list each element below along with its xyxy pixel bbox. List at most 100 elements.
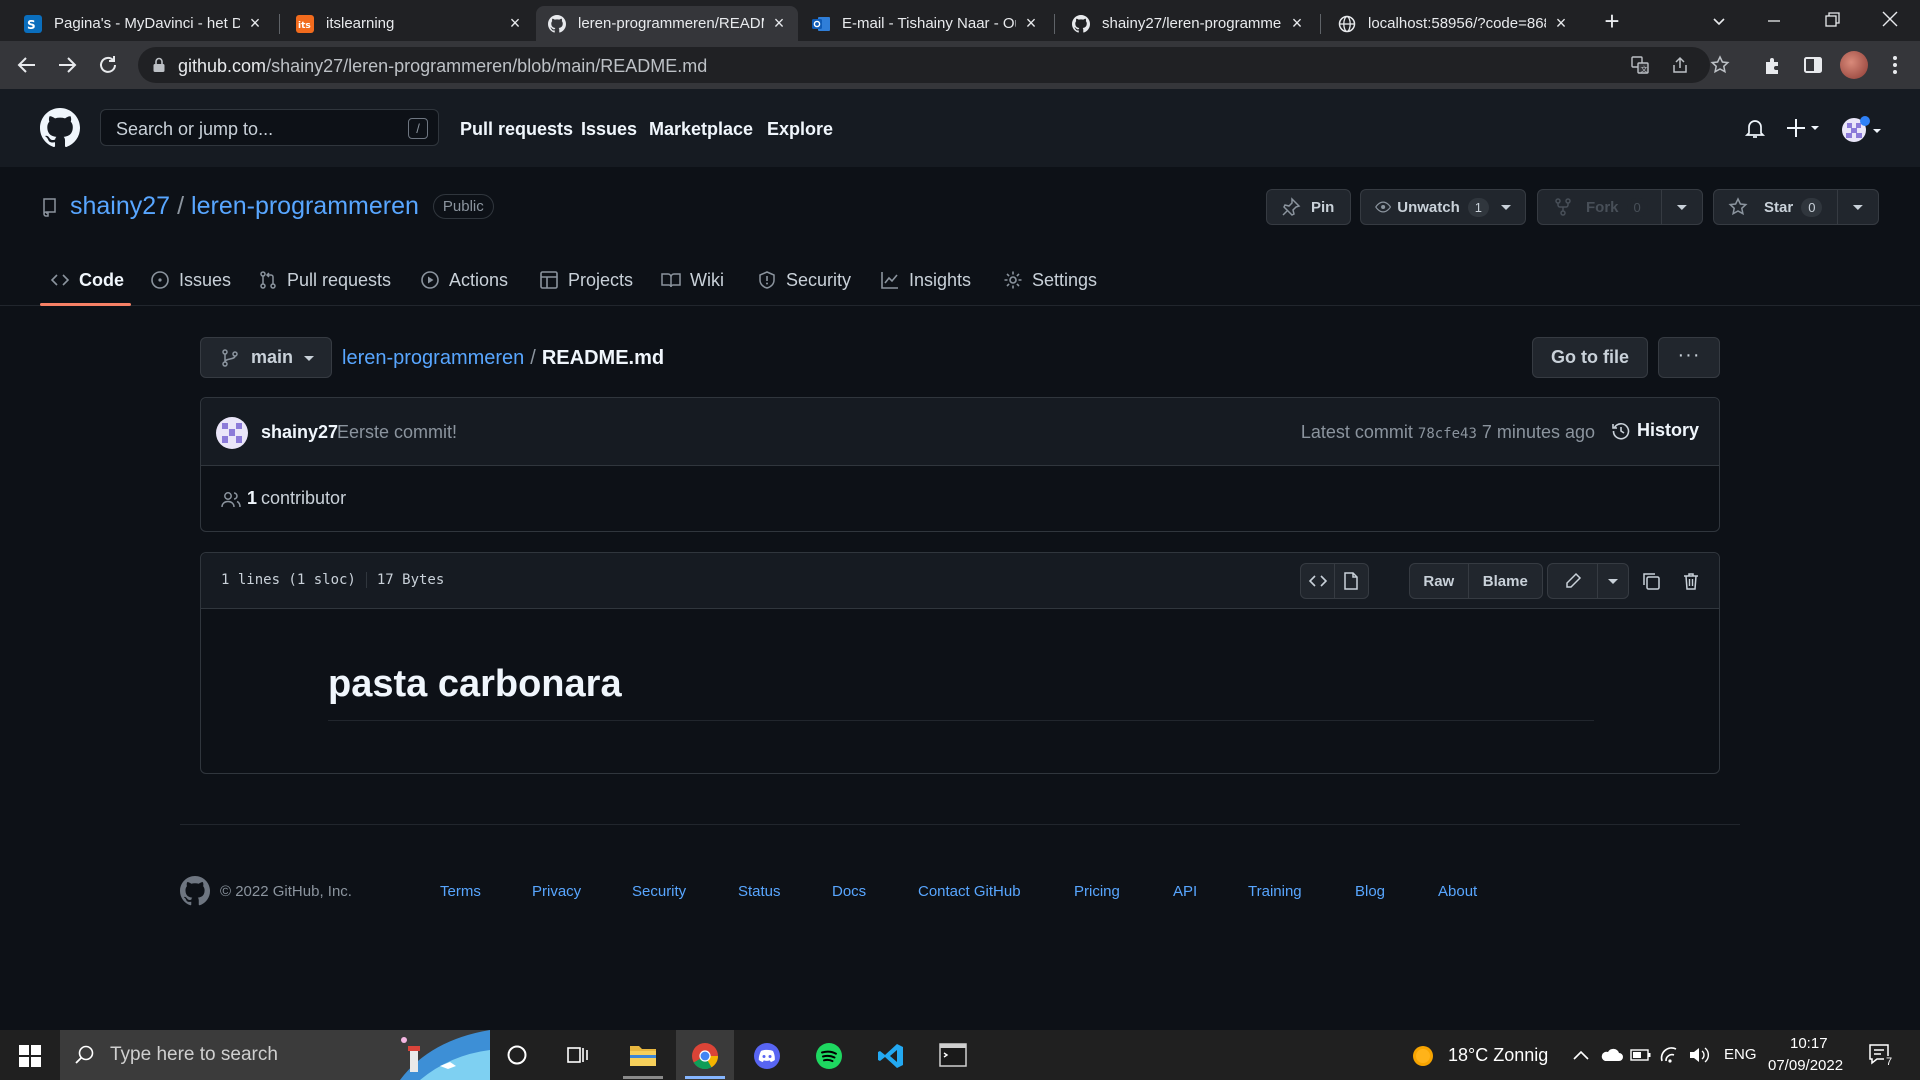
- rendered-view-button[interactable]: [1335, 564, 1368, 598]
- taskbar-vscode[interactable]: [862, 1030, 920, 1080]
- user-menu-dropdown[interactable]: [1840, 115, 1886, 145]
- tab-pull-requests[interactable]: Pull requests: [258, 255, 391, 305]
- history-link[interactable]: History: [1611, 420, 1699, 441]
- commit-sha-link[interactable]: 78cfe43: [1418, 426, 1477, 442]
- header-link-pull-requests[interactable]: Pull requests: [460, 119, 573, 140]
- windows-start-icon[interactable]: [19, 1045, 41, 1067]
- commit-message-link[interactable]: Eerste commit!: [337, 422, 457, 443]
- input-language[interactable]: ENG: [1724, 1046, 1757, 1063]
- lock-icon[interactable]: [152, 57, 166, 73]
- more-options-button[interactable]: ···: [1658, 337, 1720, 378]
- branch-selector[interactable]: main: [200, 337, 332, 378]
- avatar[interactable]: [216, 417, 248, 449]
- fork-button[interactable]: Fork 0: [1537, 189, 1703, 225]
- tab-actions[interactable]: Actions: [420, 255, 508, 305]
- footer-link-api[interactable]: API: [1173, 883, 1197, 900]
- close-icon[interactable]: ×: [1288, 13, 1306, 34]
- forward-arrow-icon[interactable]: [55, 53, 79, 77]
- contributors-link[interactable]: 1 contributor: [221, 488, 346, 509]
- taskbar-search-input[interactable]: Type here to search: [60, 1030, 490, 1080]
- minimize-icon[interactable]: [1764, 11, 1784, 31]
- footer-link-training[interactable]: Training: [1248, 883, 1302, 900]
- edit-file-button[interactable]: [1548, 564, 1597, 598]
- create-new-dropdown[interactable]: [1786, 114, 1822, 142]
- volume-icon[interactable]: [1688, 1045, 1710, 1065]
- breadcrumb-repo-link[interactable]: leren-programmeren: [342, 347, 524, 369]
- raw-button[interactable]: Raw: [1410, 564, 1468, 598]
- clock-date[interactable]: 07/09/2022: [1768, 1057, 1843, 1074]
- footer-link-pricing[interactable]: Pricing: [1074, 883, 1120, 900]
- close-icon[interactable]: ×: [1552, 13, 1570, 34]
- commit-author-link[interactable]: shainy27: [261, 422, 338, 443]
- battery-icon[interactable]: [1630, 1046, 1652, 1064]
- new-tab-plus-icon[interactable]: +: [1598, 8, 1626, 36]
- footer-link-status[interactable]: Status: [738, 883, 781, 900]
- chevron-down-icon[interactable]: [1662, 190, 1702, 224]
- close-icon[interactable]: ×: [246, 13, 264, 34]
- pin-button[interactable]: Pin: [1266, 189, 1351, 225]
- weather-sun-icon[interactable]: [1411, 1044, 1435, 1068]
- wifi-icon[interactable]: [1660, 1045, 1682, 1065]
- trash-icon[interactable]: [1681, 571, 1701, 591]
- header-link-explore[interactable]: Explore: [767, 119, 833, 140]
- github-footer-logo-icon[interactable]: [180, 876, 210, 906]
- task-view-icon[interactable]: [566, 1044, 590, 1066]
- header-link-marketplace[interactable]: Marketplace: [649, 119, 753, 140]
- go-to-file-button[interactable]: Go to file: [1532, 337, 1648, 378]
- restore-icon[interactable]: [1822, 10, 1842, 30]
- browser-tab-repo[interactable]: shainy27/leren-programmeren ×: [1060, 6, 1316, 41]
- repo-name-link[interactable]: leren-programmeren: [191, 192, 419, 221]
- window-close-icon[interactable]: [1880, 9, 1900, 29]
- star-button[interactable]: Star 0: [1713, 189, 1879, 225]
- browser-menu-icon[interactable]: [1884, 54, 1906, 76]
- close-icon[interactable]: ×: [506, 13, 524, 34]
- taskbar-discord[interactable]: [738, 1030, 796, 1080]
- search-input[interactable]: Search or jump to... /: [100, 109, 439, 146]
- source-view-button[interactable]: [1301, 564, 1334, 598]
- clock-time[interactable]: 10:17: [1790, 1035, 1828, 1052]
- browser-tab-readme[interactable]: leren-programmeren/README ×: [536, 6, 798, 41]
- address-bar[interactable]: github.com/shainy27/leren-programmeren/b…: [138, 47, 1730, 83]
- browser-tab-outlook[interactable]: E-mail - Tishainy Naar - Outlook ×: [800, 6, 1050, 41]
- header-link-issues[interactable]: Issues: [581, 119, 637, 140]
- unwatch-button[interactable]: Unwatch 1: [1360, 189, 1526, 225]
- browser-tab-itslearning[interactable]: its itslearning ×: [284, 6, 534, 41]
- taskbar-spotify[interactable]: [800, 1030, 858, 1080]
- tab-insights[interactable]: Insights: [880, 255, 971, 305]
- tab-projects[interactable]: Projects: [539, 255, 633, 305]
- footer-link-docs[interactable]: Docs: [832, 883, 866, 900]
- footer-link-blog[interactable]: Blog: [1355, 883, 1385, 900]
- footer-link-about[interactable]: About: [1438, 883, 1477, 900]
- footer-link-terms[interactable]: Terms: [440, 883, 481, 900]
- close-icon[interactable]: ×: [1022, 13, 1040, 34]
- bookmark-star-icon[interactable]: [1710, 55, 1730, 75]
- taskbar-file-explorer[interactable]: [614, 1030, 672, 1080]
- notifications-bell-icon[interactable]: [1744, 117, 1766, 139]
- tab-wiki[interactable]: Wiki: [661, 255, 724, 305]
- side-panel-icon[interactable]: [1802, 54, 1824, 76]
- share-icon[interactable]: [1670, 55, 1690, 75]
- copy-icon[interactable]: [1641, 571, 1661, 591]
- browser-tab-mydavinci[interactable]: S Pagina's - MyDavinci - het Da Vinci ×: [12, 6, 274, 41]
- blame-button[interactable]: Blame: [1469, 564, 1542, 598]
- repo-owner-link[interactable]: shainy27: [70, 192, 170, 221]
- chevron-down-icon[interactable]: [1838, 190, 1878, 224]
- onedrive-cloud-icon[interactable]: [1600, 1045, 1624, 1065]
- tray-chevron-up-icon[interactable]: [1572, 1048, 1590, 1062]
- tab-code[interactable]: Code: [50, 255, 124, 305]
- footer-link-privacy[interactable]: Privacy: [532, 883, 581, 900]
- taskbar-chrome[interactable]: [676, 1030, 734, 1080]
- reload-icon[interactable]: [96, 53, 120, 77]
- tab-search-chevron-icon[interactable]: [1710, 12, 1728, 30]
- browser-profile-avatar[interactable]: [1840, 51, 1868, 79]
- tab-issues[interactable]: Issues: [150, 255, 231, 305]
- github-logo-icon[interactable]: [40, 108, 80, 148]
- edit-options-dropdown[interactable]: [1598, 564, 1628, 598]
- back-arrow-icon[interactable]: [15, 53, 39, 77]
- footer-link-contact[interactable]: Contact GitHub: [918, 883, 1021, 900]
- close-icon[interactable]: ×: [770, 13, 788, 34]
- weather-text[interactable]: 18°C Zonnig: [1448, 1045, 1548, 1066]
- translate-icon[interactable]: 文: [1630, 55, 1650, 75]
- tab-security[interactable]: Security: [757, 255, 851, 305]
- extensions-puzzle-icon[interactable]: [1762, 54, 1784, 76]
